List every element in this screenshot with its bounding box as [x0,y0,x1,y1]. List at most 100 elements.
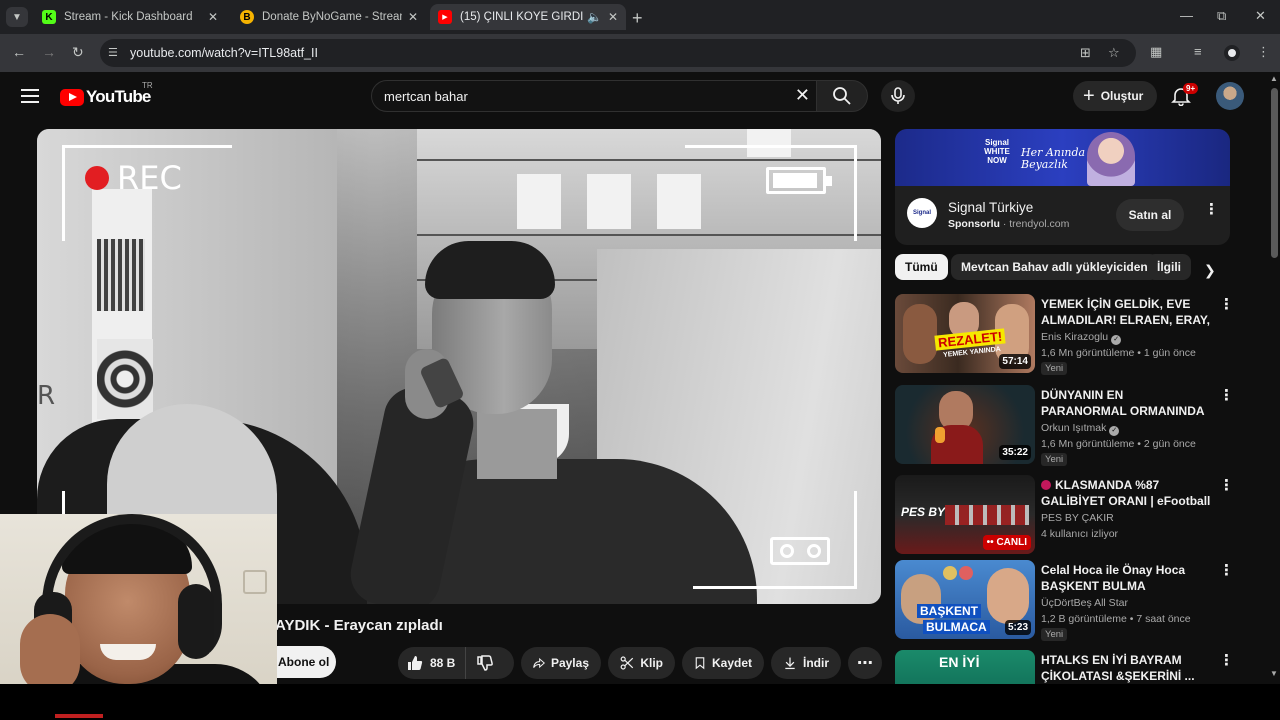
youtube-header: YouTube TR mertcan bahar ✕ + Oluştur 9+ [0,72,1268,120]
youtube-icon: ▶ [438,10,452,24]
recommendation-item[interactable]: 35:22 DÜNYANIN EN PARANORMAL ORMANINDA 1… [895,385,1234,467]
forward-icon[interactable]: → [42,44,56,60]
browser-menu-icon[interactable]: ⋮ [1257,44,1270,60]
like-dislike-group: 88 B [398,647,514,679]
recommendation-item[interactable]: EN İYİ HTALKS EN İYİ BAYRAM ÇİKOLATASI &… [895,650,1230,684]
record-dot-icon [85,166,109,190]
more-actions-icon[interactable]: ⋯ [848,647,882,679]
wall-socket [243,570,267,594]
search-input[interactable]: mertcan bahar ✕ [371,80,817,112]
new-tab-icon[interactable]: + [632,8,643,29]
video-thumbnail[interactable]: REZALET! YEMEK YANINDA 57:14 [895,294,1035,373]
filter-chips: Tümü Mevtcan Bahav adlı yükleyiciden İlg… [895,254,1230,282]
chevron-right-icon[interactable]: ❯ [1204,262,1216,279]
download-button[interactable]: İndir [771,647,841,679]
wall-letter: R [37,381,56,411]
ad-banner[interactable]: Signal WHITE NOW Her Anında Beyazlık [895,129,1230,186]
target-sign [97,339,153,419]
speaker-icon[interactable]: 🔈 [587,10,602,24]
battery-icon [766,167,832,194]
tab-search-button[interactable]: ▼ [6,7,28,27]
verified-icon: ✓ [1111,335,1122,345]
cassette-icon [770,537,830,565]
thumbs-up-icon [408,656,423,670]
notification-badge: 9+ [1183,83,1199,94]
restore-icon[interactable]: ⧉ [1217,8,1226,24]
close-tab-icon[interactable]: ✕ [408,10,418,24]
minimize-icon[interactable]: — [1180,8,1193,23]
create-button[interactable]: + Oluştur [1073,81,1157,111]
buy-button[interactable]: Satın al [1116,199,1184,231]
video-thumbnail[interactable]: 35:22 [895,385,1035,464]
close-window-icon[interactable]: ✕ [1255,8,1266,24]
plus-icon: + [1083,85,1095,107]
video-thumbnail[interactable]: PES BY •• CANLI [895,475,1035,554]
save-button[interactable]: Kaydet [682,647,764,679]
install-app-icon[interactable]: ⊞ [1080,45,1091,61]
signal-logo: Signal [907,198,937,228]
url-field[interactable]: ☰ youtube.com/watch?v=ITL98atf_II ⊞ ☆ [100,39,1136,67]
back-icon[interactable]: ← [12,44,26,60]
clip-button[interactable]: Klip [608,647,675,679]
media-control-icon[interactable]: ≡ [1194,44,1202,59]
video-thumbnail[interactable]: BAŞKENT BULMACA 5:23 [895,560,1035,639]
account-avatar[interactable] [1216,82,1244,110]
video-thumbnail[interactable]: EN İYİ [895,650,1035,684]
channel-dot-icon [1041,480,1051,490]
chip-related[interactable]: İlgili [1147,254,1191,280]
recommendation-item[interactable]: PES BY •• CANLI KLASMANDA %87 GALİBİYET … [895,475,1234,557]
sponsored-ad-card[interactable]: Signal WHITE NOW Her Anında Beyazlık Sig… [895,129,1230,245]
more-vert-icon[interactable]: ⋮ [1219,653,1230,668]
reload-icon[interactable]: ↻ [72,44,84,61]
ad-model-image [1087,132,1135,186]
browser-tab-bar: ▼ K Stream - Kick Dashboard ✕ B Donate B… [0,0,1280,34]
letterbox-bottom [0,684,1280,720]
share-button[interactable]: Paylaş [521,647,601,679]
site-info-icon[interactable]: ☰ [108,46,118,59]
chip-from-uploader[interactable]: Mevtcan Bahav adlı yükleyiciden [951,254,1158,280]
scene-man-neck [477,409,557,479]
qr-code-sign [97,239,145,311]
subscribe-button[interactable]: Abone ol [268,646,336,678]
browser-tab-bynogame[interactable]: B Donate ByNoGame - Streamer ✕ [232,4,426,30]
close-tab-icon[interactable]: ✕ [208,10,218,24]
browser-tab-kick[interactable]: K Stream - Kick Dashboard ✕ [34,4,226,30]
kick-icon: K [42,10,56,24]
frame-top-left-line [62,145,232,148]
search-button[interactable] [816,80,868,112]
scroll-up-icon[interactable]: ▲ [1270,74,1278,83]
recommendation-item[interactable]: REZALET! YEMEK YANINDA 57:14 YEMEK İÇİN … [895,294,1234,376]
dislike-button[interactable] [466,654,500,672]
more-vert-icon[interactable]: ⋮ [1219,563,1234,578]
scene-man-hair [425,241,555,299]
more-vert-icon[interactable]: ⋮ [1219,388,1234,403]
live-badge: •• CANLI [982,535,1031,550]
verified-icon: ✓ [1109,426,1120,436]
clear-search-icon[interactable]: ✕ [795,85,810,106]
bookmark-star-icon[interactable]: ☆ [1108,45,1120,61]
thumbs-down-icon [477,655,494,671]
webcam-red-bar [55,714,103,718]
menu-icon[interactable] [21,89,39,107]
search-icon [833,87,851,105]
scrollbar-thumb[interactable] [1271,88,1278,258]
more-vert-icon[interactable]: ⋮ [1219,478,1234,493]
video-title: AYDIK - Eraycan zıpladı [275,617,443,634]
youtube-play-icon [60,88,84,106]
download-icon [785,657,795,670]
browser-tab-youtube[interactable]: ▶ (15) ÇİNLİ KÖYE GİRDİK Gİ 🔈 ✕ [430,4,626,30]
address-bar-row: ← → ↻ ☰ youtube.com/watch?v=ITL98atf_II … [0,34,1280,72]
close-tab-icon[interactable]: ✕ [608,10,618,24]
recommendation-item[interactable]: BAŞKENT BULMACA 5:23 Celal Hoca ile Önay… [895,560,1234,642]
more-vert-icon[interactable]: ⋮ [1204,202,1219,217]
chip-all[interactable]: Tümü [895,254,948,280]
profile-icon[interactable] [1224,45,1240,61]
scroll-down-icon[interactable]: ▼ [1270,669,1278,678]
like-button[interactable]: 88 B [398,647,467,679]
headphone-cup-right [178,584,214,659]
extensions-icon[interactable]: ▦ [1150,44,1162,60]
share-icon [533,657,545,669]
more-vert-icon[interactable]: ⋮ [1219,297,1234,312]
youtube-logo[interactable]: YouTube TR [60,81,153,107]
voice-search-button[interactable] [881,80,915,112]
